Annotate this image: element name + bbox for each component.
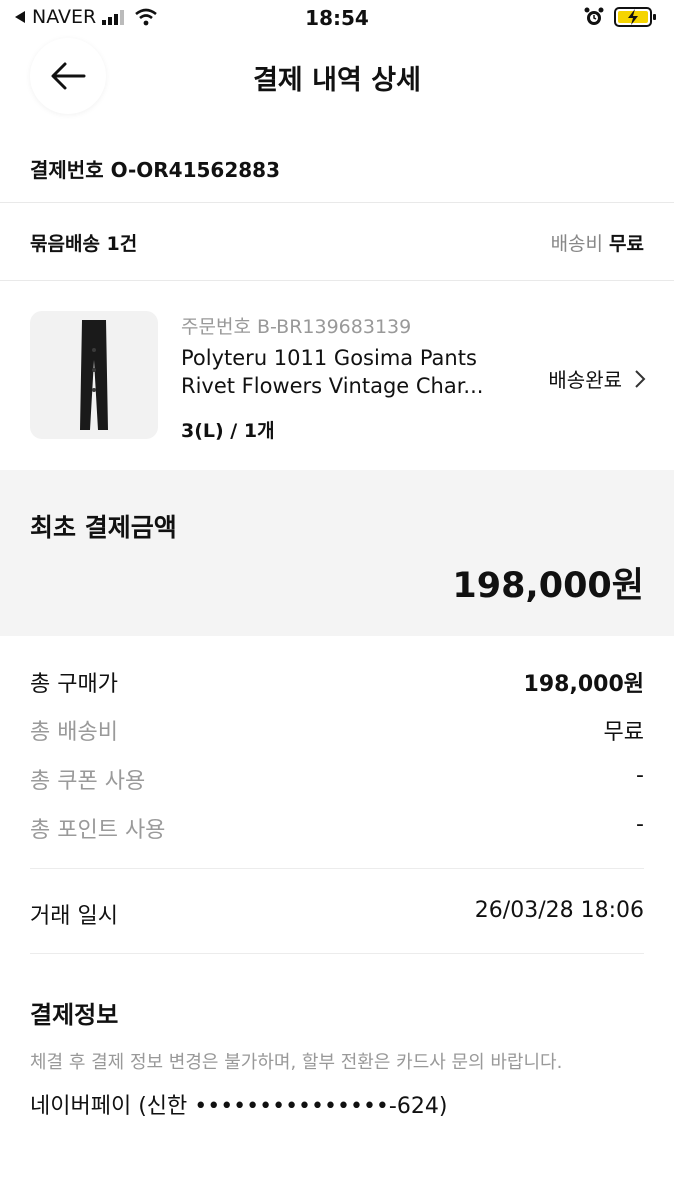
product-thumbnail[interactable] (30, 311, 158, 439)
page-title: 결제 내역 상세 (253, 65, 421, 96)
detail-label: 총 배송비 (30, 720, 118, 745)
payment-info-notice: 체결 후 결제 정보 변경은 불가하며, 할부 전환은 카드사 문의 바랍니다. (30, 1052, 563, 1073)
chevron-right-icon (635, 369, 646, 388)
payment-method: 네이버페이 (신한 •••••••••••••••-624) (30, 1094, 448, 1119)
summary-panel (0, 470, 674, 636)
payment-number-label: 결제번호 (30, 158, 104, 182)
product-name[interactable]: Polyteru 1011 Gosima Pants Rivet Flowers… (181, 344, 511, 400)
divider (0, 280, 674, 281)
transaction-date-value: 26/03/28 18:06 (474, 898, 644, 923)
shipping-fee-label: 배송비 (550, 233, 604, 255)
initial-payment-amount: 198,000원 (452, 566, 644, 606)
detail-label: 총 구매가 (30, 672, 118, 697)
divider (30, 868, 644, 869)
detail-label: 총 쿠폰 사용 (30, 769, 146, 794)
product-name-line2: Rivet Flowers Vintage Char... (181, 374, 484, 398)
battery-icon (614, 7, 656, 27)
shipping-fee-value: 무료 (609, 233, 644, 255)
pants-image (80, 320, 108, 430)
delivery-status-link[interactable]: 배송완료 (548, 364, 646, 393)
detail-label: 총 포인트 사용 (30, 818, 166, 843)
order-number-value: B-BR139683139 (256, 316, 412, 338)
detail-value: 198,000원 (523, 672, 644, 697)
alarm-icon (584, 7, 604, 25)
bundle-label: 묶음배송 1건 (30, 233, 138, 255)
payment-number: 결제번호 O-OR41562883 (30, 154, 280, 183)
divider (30, 953, 644, 954)
divider (0, 202, 674, 203)
order-number: 주문번호 B-BR139683139 (181, 312, 411, 339)
detail-value: - (636, 763, 644, 788)
detail-value: - (636, 812, 644, 837)
order-number-label: 주문번호 (181, 316, 251, 338)
status-bar-right (584, 6, 658, 28)
transaction-date-label: 거래 일시 (30, 904, 118, 929)
status-time: 18:54 (305, 6, 369, 30)
detail-value: 무료 (603, 720, 644, 745)
payment-info-title: 결제정보 (30, 1001, 119, 1029)
product-name-line1: Polyteru 1011 Gosima Pants (181, 346, 477, 370)
product-option: 3(L) / 1개 (181, 420, 275, 442)
initial-payment-label: 최초 결제금액 (30, 513, 177, 542)
payment-number-value: O-OR41562883 (110, 158, 280, 182)
delivery-status: 배송완료 (548, 368, 622, 392)
shipping-fee: 배송비 무료 (551, 229, 644, 256)
